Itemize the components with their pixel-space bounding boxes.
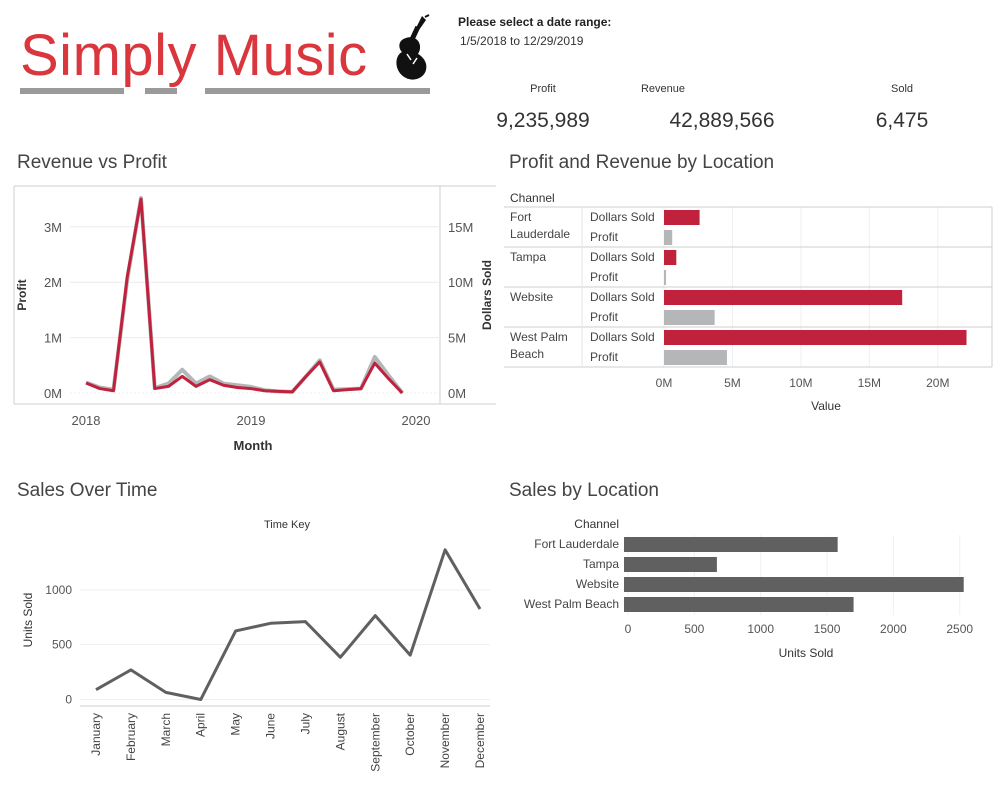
y2-tick-label: 5M — [448, 331, 466, 346]
revenue-vs-profit-chart: 3M 2M 1M 0M 15M 10M 5M 0M 2018 2019 2020 Month Profi… — [13, 185, 496, 453]
y-axis-title: Units Sold — [21, 593, 35, 648]
logo-underline — [145, 88, 177, 94]
y-tick-label: 1000 — [45, 583, 72, 597]
measure-label: Profit — [590, 230, 619, 244]
sales-by-location-title: Sales by Location — [509, 480, 659, 501]
revenue-vs-profit-title: Revenue vs Profit — [17, 152, 167, 173]
y-tick-label: 500 — [52, 638, 72, 652]
x-tick-label: May — [229, 713, 243, 736]
x-tick-label: October — [403, 713, 417, 756]
measure-label: Dollars Sold — [590, 210, 655, 224]
x-axis-title: Month — [234, 438, 273, 453]
x-tick-label: August — [333, 712, 347, 750]
logo-underline — [20, 88, 124, 94]
x-axis-title: Units Sold — [779, 646, 834, 660]
logo-underline — [205, 88, 430, 94]
logo-text: Simply Music — [20, 23, 368, 88]
x-tick-label: 10M — [789, 376, 812, 390]
kpi-profit-value: 9,235,989 — [496, 109, 590, 132]
y-axis-title: Profit — [15, 279, 29, 310]
x-tick-label: 2500 — [946, 622, 973, 636]
x-tick-label: September — [368, 713, 382, 772]
x-tick-label: 500 — [684, 622, 704, 636]
category-label: West Palm — [510, 330, 568, 344]
x-tick-label: November — [438, 713, 452, 768]
category-label: Lauderdale — [510, 227, 570, 241]
measure-label: Dollars Sold — [590, 290, 655, 304]
category-label: Tampa — [583, 557, 619, 571]
x-tick-label: 15M — [858, 376, 881, 390]
category-label: Tampa — [510, 250, 546, 264]
violin-icon — [396, 14, 430, 80]
x-tick-label: February — [124, 713, 138, 761]
measure-label: Profit — [590, 270, 619, 284]
x-tick-label: December — [473, 713, 487, 768]
y-tick-label: 0M — [44, 386, 62, 401]
bar-dollars-sold — [664, 330, 967, 345]
bar-profit — [664, 230, 673, 245]
series-line-dollars-sold — [85, 197, 404, 395]
x-tick-label: 5M — [724, 376, 741, 390]
bar-units-sold — [624, 557, 717, 572]
y-tick-label: 3M — [44, 220, 62, 235]
kpi-revenue-label: Revenue — [640, 83, 686, 95]
sales-over-time-chart: Time Key 1000 500 0 Units Sold January Februar… — [21, 519, 490, 772]
date-range-filter[interactable]: 1/5/2018 to 12/29/2019 — [460, 34, 583, 48]
measure-label: Dollars Sold — [590, 330, 655, 344]
x-tick-label: April — [194, 713, 208, 737]
sales-over-time-title: Sales Over Time — [17, 480, 158, 501]
series-line-units-sold — [95, 548, 482, 702]
x-tick-label: 2020 — [402, 413, 431, 428]
measure-label: Profit — [590, 350, 619, 364]
row-header-channel: Channel — [574, 517, 619, 531]
kpi-sold-label: Sold — [890, 83, 914, 95]
x-tick-label: 1000 — [747, 622, 774, 636]
x-tick-label: 0M — [656, 376, 673, 390]
category-label: Website — [576, 577, 619, 591]
x-tick-label: 1500 — [814, 622, 841, 636]
x-tick-label: 0 — [625, 622, 632, 636]
kpi-revenue-value: 42,889,566 — [669, 109, 775, 132]
x-tick-label: January — [89, 713, 103, 756]
y-tick-label: 0 — [65, 693, 72, 707]
date-range-label: Please select a date range: — [458, 15, 612, 29]
bar-units-sold — [624, 597, 854, 612]
y2-tick-label: 15M — [448, 220, 473, 235]
x-tick-label: 20M — [926, 376, 949, 390]
category-label: Beach — [510, 347, 544, 361]
bar-dollars-sold — [664, 250, 677, 265]
y2-tick-label: 0M — [448, 386, 466, 401]
bar-dollars-sold — [664, 290, 903, 305]
x-axis-title: Value — [811, 399, 841, 413]
bar-units-sold — [624, 577, 964, 592]
x-tick-label: 2018 — [72, 413, 101, 428]
x-tick-label: July — [298, 713, 312, 734]
x-tick-label: June — [264, 713, 278, 739]
category-label: West Palm Beach — [524, 597, 619, 611]
kpi-sold-value: 6,475 — [875, 109, 929, 132]
x-tick-label: March — [159, 713, 173, 746]
sales-by-location-chart: Channel 0 500 1000 1500 2000 2500 Units Sold For… — [524, 517, 974, 660]
y-tick-label: 2M — [44, 275, 62, 290]
x-tick-label: 2019 — [237, 413, 266, 428]
chart-subtitle: Time Key — [264, 519, 311, 531]
category-label: Fort — [510, 210, 532, 224]
measure-label: Dollars Sold — [590, 250, 655, 264]
category-label: Fort Lauderdale — [534, 537, 619, 551]
bar-profit — [664, 310, 715, 325]
x-tick-label: 2000 — [880, 622, 907, 636]
category-label: Website — [510, 290, 553, 304]
bar-profit — [664, 270, 667, 285]
y2-axis-title: Dollars Sold — [480, 260, 494, 330]
row-header-channel: Channel — [510, 191, 555, 205]
profit-revenue-location-title: Profit and Revenue by Location — [509, 152, 775, 173]
y-tick-label: 1M — [44, 331, 62, 346]
bar-units-sold — [624, 537, 838, 552]
kpi-profit-label: Profit — [530, 83, 556, 95]
y2-tick-label: 10M — [448, 275, 473, 290]
bar-profit — [664, 350, 727, 365]
profit-revenue-location-chart: Channel 0M 5M 10M 15M 20M Value Fort Lauderdale D… — [504, 191, 993, 413]
measure-label: Profit — [590, 310, 619, 324]
bar-dollars-sold — [664, 210, 700, 225]
